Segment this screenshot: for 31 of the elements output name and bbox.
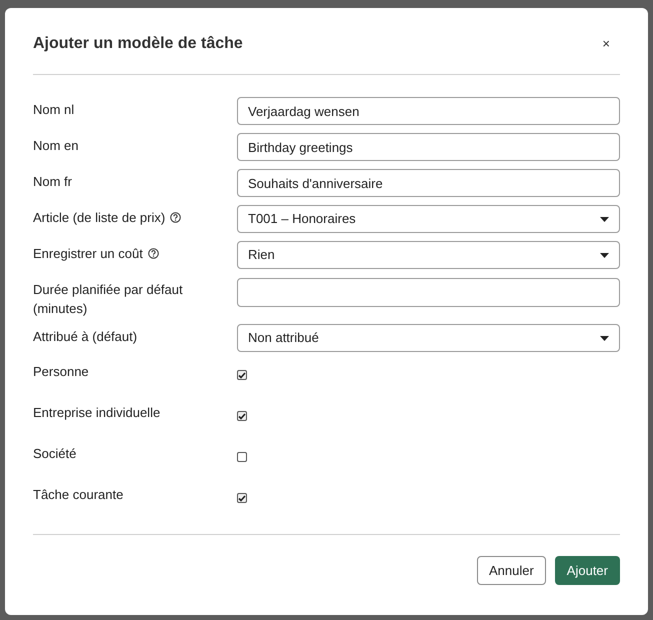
dropdown[interactable]: T001 – Honoraires: [237, 205, 620, 233]
caret-icon: [600, 336, 609, 340]
field-label: Entreprise individuelle: [33, 405, 160, 420]
text-field[interactable]: Verjaardag wensen: [237, 97, 620, 125]
field-label: Tâche courante: [33, 487, 124, 502]
field-label: Enregistrer un coût: [33, 246, 143, 261]
help-icon[interactable]: [170, 212, 182, 223]
field-label: Attribué à (défaut): [33, 329, 138, 344]
field-label: Nom en: [33, 138, 79, 153]
field-label: Personne: [33, 364, 89, 379]
field-label: Société: [33, 446, 76, 461]
dropdown[interactable]: Rien: [237, 241, 620, 269]
cancel-button[interactable]: Annuler: [476, 556, 546, 585]
field-label: Durée planifiée par défaut (minutes): [33, 281, 184, 318]
checkbox[interactable]: [237, 411, 247, 421]
caret-icon: [600, 252, 609, 258]
help-icon[interactable]: [148, 248, 159, 259]
caret-icon: [600, 216, 609, 222]
checkbox[interactable]: [237, 452, 247, 462]
field-label: Nom fr: [33, 174, 72, 189]
text-field[interactable]: [237, 278, 620, 307]
close-button[interactable]: ×: [598, 34, 614, 54]
checkbox[interactable]: [237, 370, 247, 380]
text-field[interactable]: Souhaits d'anniversaire: [237, 169, 620, 197]
dropdown[interactable]: Non attribué: [237, 324, 620, 352]
dialog-title: Ajouter un modèle de tâche: [33, 34, 243, 54]
field-label: Article (de liste de prix): [33, 210, 166, 225]
text-field[interactable]: Birthday greetings: [237, 133, 620, 161]
field-label: Nom nl: [33, 102, 74, 117]
add-button[interactable]: Ajouter: [554, 556, 620, 585]
checkbox[interactable]: [237, 493, 247, 503]
